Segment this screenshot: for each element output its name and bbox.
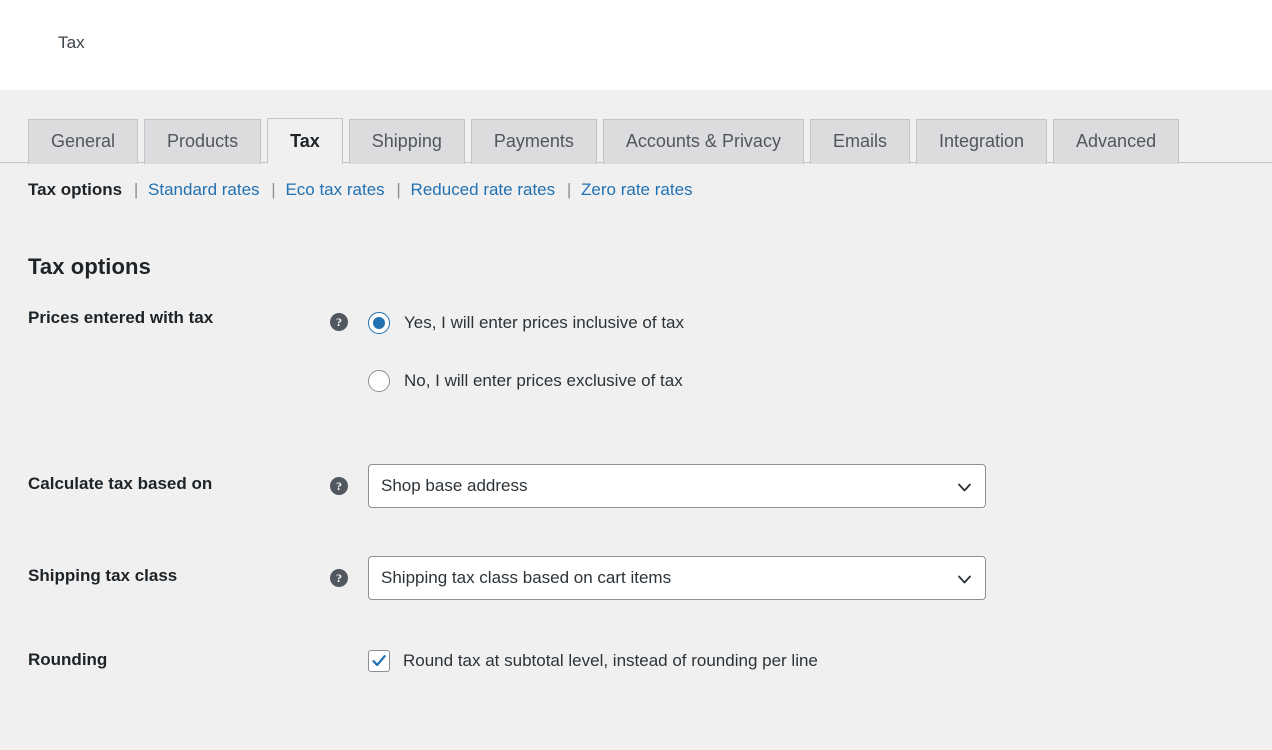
- tax-subnav: Tax options | Standard rates | Eco tax r…: [28, 178, 693, 202]
- radio-exclusive-label[interactable]: No, I will enter prices exclusive of tax: [404, 371, 683, 391]
- form-row-shipping-tax-class: Shipping tax class ? Shipping tax class …: [0, 556, 1272, 648]
- form-row-rounding: Rounding Round tax at subtotal level, in…: [0, 648, 1272, 674]
- radio-exclusive-input[interactable]: [368, 370, 390, 392]
- label-rounding: Rounding: [28, 650, 108, 669]
- radio-option-inclusive[interactable]: Yes, I will enter prices inclusive of ta…: [368, 308, 684, 338]
- top-header-bar: Tax: [0, 0, 1272, 90]
- tab-integration[interactable]: Integration: [915, 119, 1048, 164]
- settings-tab-bar: General Products Tax Shipping Payments A…: [28, 117, 1185, 164]
- select-shipping-tax-class-value: Shipping tax class based on cart items: [381, 568, 672, 587]
- chevron-down-icon: [958, 573, 971, 586]
- subnav-separator: |: [133, 180, 139, 199]
- help-icon[interactable]: ?: [330, 477, 348, 495]
- tab-products[interactable]: Products: [144, 119, 262, 164]
- subnav-item-zero-rate-rates[interactable]: Zero rate rates: [581, 180, 693, 199]
- select-shipping-tax-class[interactable]: Shipping tax class based on cart items: [368, 556, 986, 600]
- subnav-item-standard-rates[interactable]: Standard rates: [148, 180, 260, 199]
- chevron-down-icon: [958, 481, 971, 494]
- tab-accounts-privacy[interactable]: Accounts & Privacy: [602, 119, 804, 164]
- radio-group-prices-entered-with-tax: Yes, I will enter prices inclusive of ta…: [368, 308, 684, 396]
- subnav-item-tax-options[interactable]: Tax options: [28, 180, 122, 199]
- section-heading: Tax options: [28, 254, 151, 280]
- page-title: Tax: [58, 33, 85, 52]
- checkbox-option-rounding[interactable]: Round tax at subtotal level, instead of …: [368, 648, 818, 674]
- subnav-item-reduced-rate-rates[interactable]: Reduced rate rates: [411, 180, 556, 199]
- field-shipping-tax-class: ? Shipping tax class based on cart items: [330, 556, 1272, 600]
- radio-inclusive-label[interactable]: Yes, I will enter prices inclusive of ta…: [404, 313, 684, 333]
- select-calculate-tax-based-on[interactable]: Shop base address: [368, 464, 986, 508]
- subnav-separator: |: [271, 180, 276, 199]
- tax-options-form: Prices entered with tax ? Yes, I will en…: [0, 308, 1272, 674]
- rounding-checkbox-input[interactable]: [368, 650, 390, 672]
- form-row-prices-entered-with-tax: Prices entered with tax ? Yes, I will en…: [0, 308, 1272, 464]
- help-icon[interactable]: ?: [330, 569, 348, 587]
- subnav-separator: |: [566, 180, 572, 199]
- tab-shipping[interactable]: Shipping: [348, 119, 465, 164]
- help-icon[interactable]: ?: [330, 313, 348, 331]
- field-rounding: Round tax at subtotal level, instead of …: [330, 648, 1272, 674]
- label-shipping-tax-class: Shipping tax class: [28, 566, 178, 585]
- field-prices-entered-with-tax: ? Yes, I will enter prices inclusive of …: [330, 308, 1272, 396]
- tab-general[interactable]: General: [28, 119, 139, 164]
- select-calculate-tax-based-on-value: Shop base address: [381, 476, 528, 495]
- settings-content: General Products Tax Shipping Payments A…: [0, 90, 1272, 750]
- subnav-separator: |: [396, 180, 401, 199]
- tab-emails[interactable]: Emails: [809, 119, 910, 164]
- tab-tax[interactable]: Tax: [267, 118, 343, 164]
- field-calculate-tax-based-on: ? Shop base address: [330, 464, 1272, 508]
- form-row-calculate-tax-based-on: Calculate tax based on ? Shop base addre…: [0, 464, 1272, 556]
- tab-advanced[interactable]: Advanced: [1053, 119, 1180, 164]
- radio-inclusive-input[interactable]: [368, 312, 390, 334]
- label-prices-entered-with-tax: Prices entered with tax: [28, 308, 214, 327]
- subnav-item-eco-tax-rates[interactable]: Eco tax rates: [285, 180, 384, 199]
- label-calculate-tax-based-on: Calculate tax based on: [28, 474, 213, 493]
- rounding-checkbox-label[interactable]: Round tax at subtotal level, instead of …: [403, 651, 818, 671]
- tab-payments[interactable]: Payments: [470, 119, 597, 164]
- radio-option-exclusive[interactable]: No, I will enter prices exclusive of tax: [368, 366, 684, 396]
